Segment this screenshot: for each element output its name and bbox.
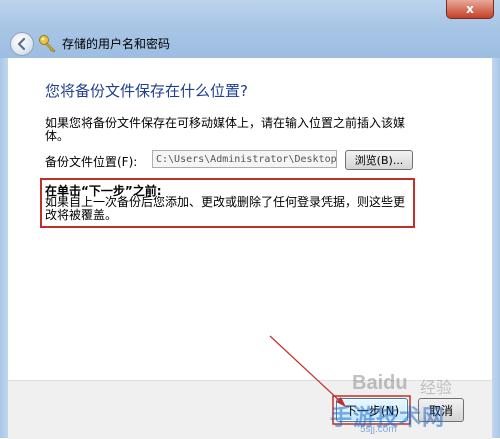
instruction-text: 如果您将备份文件保存在可移动媒体上，请在输入位置之前插入该媒体。 [45, 116, 406, 143]
close-button[interactable]: x [446, 0, 494, 19]
site-url-watermark: 5sjj.com [360, 424, 397, 435]
baidu-jingyan-watermark: 经验 [420, 378, 453, 397]
backup-location-label: 备份文件位置(F): [45, 155, 138, 169]
window-frame-left [0, 58, 8, 438]
dialog-title: 存储的用户名和密码 [62, 37, 171, 51]
back-button[interactable] [10, 32, 34, 56]
warning-text: 如果自上一次备份后您添加、更改或删除了任何登录凭据，则这些更改将被覆盖。 [45, 195, 406, 222]
close-icon: x [466, 2, 474, 16]
window-frame-right [492, 58, 500, 438]
baidu-watermark: Baidu [352, 372, 408, 394]
backup-location-input[interactable]: C:\Users\Administrator\Desktop\ [152, 150, 337, 168]
page-heading: 您将备份文件保存在什么位置? [45, 82, 248, 100]
back-arrow-icon [17, 37, 26, 51]
key-icon [39, 35, 56, 53]
browse-button[interactable]: 浏览(B)... [345, 150, 413, 170]
